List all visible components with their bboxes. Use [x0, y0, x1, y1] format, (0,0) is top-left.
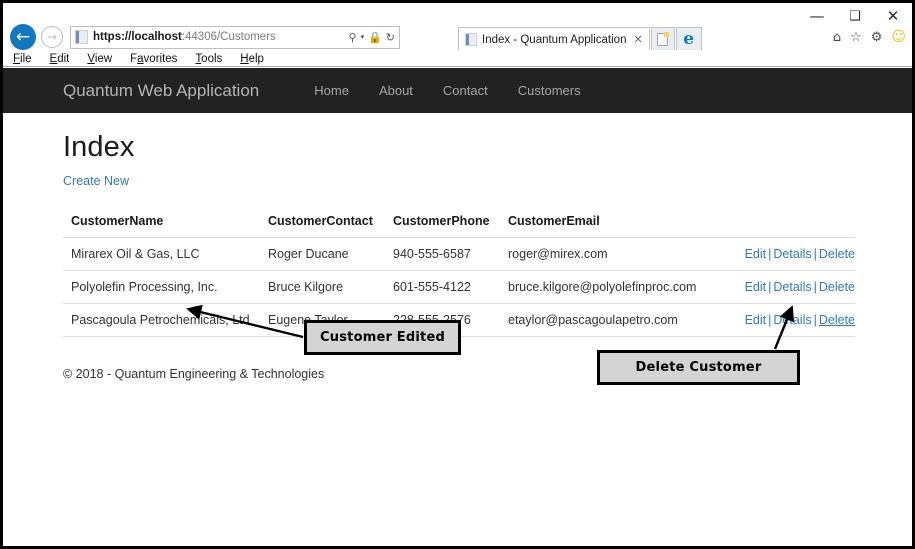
- details-link[interactable]: Details: [773, 247, 811, 261]
- menu-help[interactable]: Help: [240, 53, 264, 65]
- menu-favorites[interactable]: Favorites: [130, 53, 177, 65]
- table-row: Mirarex Oil & Gas, LLC Roger Ducane 940-…: [63, 237, 855, 271]
- cell-customer-phone: 601-555-4122: [393, 270, 508, 304]
- cell-customer-name: Mirarex Oil & Gas, LLC: [63, 237, 268, 271]
- edit-link[interactable]: Edit: [745, 280, 767, 294]
- site-identity-icon: [75, 30, 88, 44]
- gear-icon[interactable]: ⚙: [871, 30, 883, 45]
- header-customer-name: CustomerName: [63, 208, 268, 238]
- address-bar-icons: ⚲ ▾ 🔒 ↻: [349, 31, 396, 44]
- edge-logo-icon[interactable]: e: [675, 27, 702, 51]
- lock-icon: 🔒: [368, 30, 382, 44]
- new-tab-icon: [657, 32, 670, 46]
- cell-customer-email: bruce.kilgore@polyolefinproc.com: [508, 270, 738, 304]
- address-bar-url: https://localhost:44306/Customers: [93, 31, 276, 43]
- menu-edit[interactable]: Edit: [50, 53, 70, 65]
- details-link[interactable]: Details: [773, 313, 811, 327]
- menu-view[interactable]: View: [87, 53, 112, 65]
- menu-bar: File Edit View Favorites Tools Help: [3, 50, 912, 67]
- callout-delete-customer: Delete Customer: [597, 350, 800, 385]
- tab-index-quantum-application[interactable]: Index - Quantum Application ✕: [458, 27, 650, 51]
- action-separator: |: [813, 280, 817, 294]
- browser-tool-icons: ⌂ ☆ ⚙ ☺: [833, 29, 906, 45]
- create-new-link[interactable]: Create New: [63, 174, 129, 188]
- nav-link-customers[interactable]: Customers: [503, 83, 596, 98]
- cell-actions: Edit | Details | Delete: [738, 270, 855, 304]
- table-head: CustomerName CustomerContact CustomerPho…: [63, 208, 855, 238]
- search-icon[interactable]: ⚲: [349, 31, 357, 44]
- callout-customer-edited: Customer Edited: [304, 320, 461, 355]
- header-customer-phone: CustomerPhone: [393, 208, 508, 238]
- action-separator: |: [813, 247, 817, 261]
- back-icon[interactable]: ←: [10, 24, 36, 50]
- delete-link[interactable]: Delete: [819, 247, 855, 261]
- cell-customer-phone: 940-555-6587: [393, 237, 508, 271]
- home-icon[interactable]: ⌂: [833, 30, 841, 45]
- screenshot-root: — ❑ ✕ ← → https://localhost:44306/Custom…: [0, 0, 915, 549]
- cell-customer-name: Pascagoula Petrochemicals, Ltd: [63, 303, 268, 337]
- edit-link[interactable]: Edit: [745, 313, 767, 327]
- customers-table: CustomerName CustomerContact CustomerPho…: [63, 208, 855, 337]
- forward-icon[interactable]: →: [41, 26, 63, 48]
- details-link[interactable]: Details: [773, 280, 811, 294]
- delete-link[interactable]: Delete: [819, 313, 855, 327]
- page-title: Index: [63, 131, 135, 163]
- cell-customer-email: etaylor@pascagoulapetro.com: [508, 303, 738, 337]
- favorites-star-icon[interactable]: ☆: [850, 30, 862, 45]
- url-path: :44306/Customers: [181, 31, 276, 43]
- cell-actions: Edit | Details | Delete: [738, 303, 855, 337]
- delete-link[interactable]: Delete: [819, 280, 855, 294]
- url-host: https://localhost: [93, 31, 182, 43]
- chrome-divider: [3, 66, 912, 67]
- tab-title: Index - Quantum Application: [482, 33, 627, 46]
- header-actions: [738, 208, 855, 238]
- header-customer-email: CustomerEmail: [508, 208, 738, 238]
- site-nav-links: Home About Contact Customers: [299, 83, 595, 98]
- nav-link-about[interactable]: About: [364, 83, 428, 98]
- tab-close-icon[interactable]: ✕: [631, 33, 642, 46]
- cell-customer-contact: Bruce Kilgore: [268, 270, 393, 304]
- web-page: Quantum Web Application Home About Conta…: [3, 68, 912, 546]
- action-separator: |: [813, 313, 817, 327]
- browser-chrome: — ❑ ✕ ← → https://localhost:44306/Custom…: [3, 3, 912, 67]
- nav-link-contact[interactable]: Contact: [428, 83, 503, 98]
- cell-customer-email: roger@mirex.com: [508, 237, 738, 271]
- chevron-down-icon[interactable]: ▾: [361, 33, 365, 41]
- tab-strip: Index - Quantum Application ✕ e: [458, 25, 702, 51]
- menu-file[interactable]: File: [13, 53, 32, 65]
- site-brand[interactable]: Quantum Web Application: [63, 81, 259, 101]
- address-bar[interactable]: https://localhost:44306/Customers ⚲ ▾ 🔒 …: [70, 25, 400, 49]
- table-header-row: CustomerName CustomerContact CustomerPho…: [63, 208, 855, 238]
- menu-tools[interactable]: Tools: [195, 53, 222, 65]
- new-tab-button[interactable]: [650, 27, 675, 51]
- cell-customer-name: Polyolefin Processing, Inc.: [63, 270, 268, 304]
- nav-link-home[interactable]: Home: [299, 83, 364, 98]
- smiley-feedback-icon[interactable]: ☺: [891, 29, 906, 45]
- table-row: Polyolefin Processing, Inc. Bruce Kilgor…: [63, 270, 855, 304]
- cell-actions: Edit | Details | Delete: [738, 237, 855, 271]
- refresh-icon[interactable]: ↻: [386, 31, 395, 44]
- tab-favicon-icon: [465, 33, 477, 46]
- cell-customer-contact: Roger Ducane: [268, 237, 393, 271]
- header-customer-contact: CustomerContact: [268, 208, 393, 238]
- site-navbar: Quantum Web Application Home About Conta…: [3, 68, 912, 113]
- edit-link[interactable]: Edit: [745, 247, 767, 261]
